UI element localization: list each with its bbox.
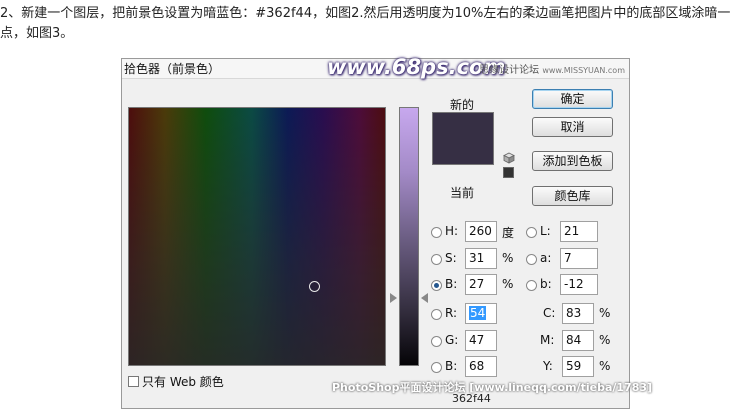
radio-s[interactable] bbox=[431, 254, 442, 265]
radio-l[interactable] bbox=[526, 227, 537, 238]
web-colors-only-label: 只有 Web 颜色 bbox=[142, 375, 224, 389]
input-r-value: 54 bbox=[469, 306, 487, 320]
add-to-swatches-button[interactable]: 添加到色板 bbox=[532, 151, 613, 171]
new-color-label: 新的 bbox=[450, 98, 475, 112]
input-m[interactable]: 84 bbox=[562, 330, 594, 351]
input-lab-b[interactable]: -12 bbox=[560, 274, 598, 295]
ok-button[interactable]: 确定 bbox=[532, 89, 613, 109]
label-l: L: bbox=[540, 224, 551, 238]
forum-watermark: 思缘设计论坛 www.MISSYUAN.com bbox=[479, 61, 625, 76]
label-m: M: bbox=[540, 333, 555, 347]
input-blue[interactable]: 68 bbox=[465, 356, 497, 377]
slider-arrow-right-icon[interactable] bbox=[421, 293, 428, 303]
web-safe-swatch[interactable] bbox=[503, 167, 514, 178]
unit-s: % bbox=[502, 251, 514, 265]
radio-h[interactable] bbox=[431, 227, 442, 238]
unit-m: % bbox=[599, 333, 611, 347]
slider-arrow-left-icon[interactable] bbox=[390, 293, 397, 303]
radio-g[interactable] bbox=[431, 336, 442, 347]
color-libraries-button[interactable]: 颜色库 bbox=[532, 186, 613, 206]
cancel-button[interactable]: 取消 bbox=[532, 117, 613, 137]
current-color-label: 当前 bbox=[450, 186, 475, 200]
label-h: H: bbox=[445, 224, 459, 238]
forum-watermark-name: 思缘设计论坛 bbox=[479, 65, 540, 76]
input-l[interactable]: 21 bbox=[560, 221, 598, 242]
label-s: S: bbox=[445, 251, 457, 265]
label-y: Y: bbox=[543, 359, 553, 373]
forum-bottom-watermark: PhotoShop平面设计论坛 [www.lineqq.com/tieba/17… bbox=[332, 381, 653, 394]
label-r: R: bbox=[445, 306, 458, 320]
color-picker-dialog: 拾色器（前景色） www.68ps.com 思缘设计论坛 www.MISSYUA… bbox=[121, 55, 652, 409]
label-a: a: bbox=[540, 251, 552, 265]
label-c: C: bbox=[543, 306, 556, 320]
intro-paragraph: 2、新建一个图层，把前景色设置为暗蓝色：#362f44，如图2.然后用透明度为1… bbox=[0, 6, 731, 41]
radio-a[interactable] bbox=[526, 254, 537, 265]
label-b: B: bbox=[445, 277, 458, 291]
forum-watermark-url: www.MISSYUAN.com bbox=[542, 66, 625, 75]
unit-h: 度 bbox=[502, 226, 515, 240]
unit-b: % bbox=[502, 277, 514, 291]
input-g[interactable]: 47 bbox=[465, 330, 497, 351]
input-r[interactable]: 54 bbox=[465, 303, 497, 324]
radio-blue[interactable] bbox=[431, 362, 442, 373]
new-color-swatch bbox=[432, 112, 494, 165]
input-c[interactable]: 83 bbox=[562, 303, 594, 324]
label-blue: B: bbox=[445, 359, 458, 373]
label-g: G: bbox=[445, 333, 459, 347]
input-y[interactable]: 59 bbox=[562, 356, 594, 377]
color-field-cursor[interactable] bbox=[309, 281, 320, 292]
radio-lab-b[interactable] bbox=[526, 280, 537, 291]
input-a[interactable]: 7 bbox=[560, 248, 598, 269]
input-h[interactable]: 260 bbox=[465, 221, 497, 242]
color-field[interactable] bbox=[128, 107, 386, 366]
hue-slider[interactable] bbox=[399, 107, 419, 366]
web-colors-only-checkbox[interactable] bbox=[128, 376, 139, 387]
gamut-cube-icon[interactable] bbox=[503, 152, 515, 164]
label-lab-b: b: bbox=[540, 277, 552, 291]
radio-b[interactable] bbox=[431, 280, 442, 291]
radio-r[interactable] bbox=[431, 309, 442, 320]
input-s[interactable]: 31 bbox=[465, 248, 497, 269]
unit-y: % bbox=[599, 359, 611, 373]
unit-c: % bbox=[599, 306, 611, 320]
input-b[interactable]: 27 bbox=[465, 274, 497, 295]
